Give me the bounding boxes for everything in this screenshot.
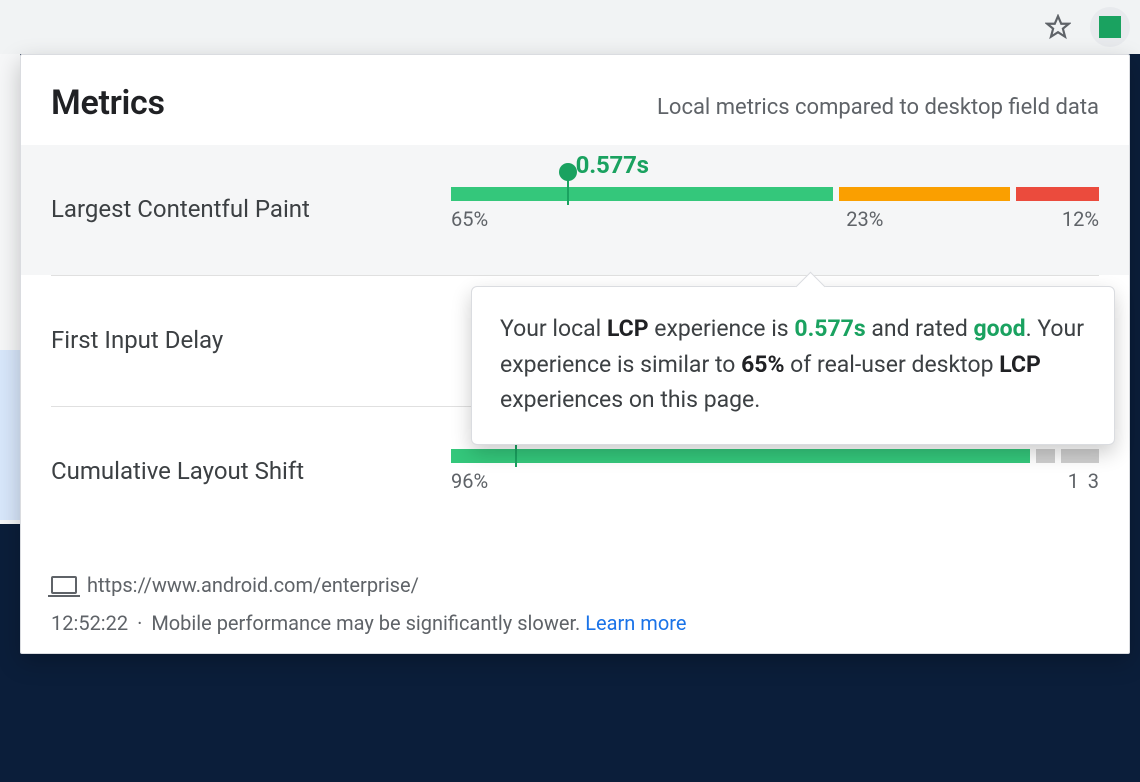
tooltip-text: of real-user desktop [784, 351, 999, 378]
metric-name: Largest Contentful Paint [51, 195, 431, 223]
segment-poor-label: 12% [1062, 207, 1099, 231]
metric-tooltip: Your local LCP experience is 0.577s and … [471, 286, 1115, 445]
segment-good-label: 65% [451, 207, 488, 231]
web-vitals-panel: Metrics Local metrics compared to deskto… [20, 54, 1130, 654]
browser-omnibox-bar [0, 0, 1140, 54]
segment-needs-improvement [1036, 449, 1055, 463]
local-value-marker-icon [567, 175, 569, 205]
segment-ni-label: 1 [1068, 469, 1079, 493]
page-url: https://www.android.com/enterprise/ [87, 573, 419, 597]
segment-poor [1016, 187, 1099, 201]
panel-header: Metrics Local metrics compared to deskto… [21, 55, 1129, 145]
laptop-icon [51, 576, 77, 594]
metric-name: Cumulative Layout Shift [51, 457, 431, 485]
segment-poor-label: 3 [1088, 469, 1099, 493]
segment-good [451, 449, 1030, 463]
profile-avatar-button[interactable] [1090, 7, 1130, 47]
metric-distribution-chart: 0.009 96% 1 3 [451, 441, 1099, 501]
avatar-icon [1099, 16, 1121, 38]
tooltip-percent: 65% [741, 351, 784, 378]
learn-more-link[interactable]: Learn more [585, 611, 686, 635]
separator: · [137, 611, 142, 635]
panel-subtitle: Local metrics compared to desktop field … [657, 95, 1099, 120]
tooltip-rating: good [974, 315, 1026, 342]
segment-good-label: 96% [451, 469, 488, 493]
tooltip-text: Your local [500, 315, 607, 342]
segment-poor [1061, 449, 1099, 463]
timestamp: 12:52:22 [51, 611, 128, 635]
metric-row-lcp[interactable]: Largest Contentful Paint 0.577s 65% 23% … [21, 145, 1129, 275]
footer-note: Mobile performance may be significantly … [151, 611, 580, 635]
bookmark-star-icon[interactable] [1040, 9, 1076, 45]
segment-ni-label: 23% [846, 207, 883, 231]
page-background [0, 350, 20, 520]
tooltip-text: and rated [866, 315, 974, 342]
tooltip-text: experiences on this page. [500, 386, 760, 413]
tooltip-text: experience is [649, 315, 795, 342]
tooltip-metric-abbrev: LCP [999, 351, 1041, 378]
metric-name: First Input Delay [51, 326, 431, 354]
panel-footer: https://www.android.com/enterprise/ 12:5… [21, 537, 1129, 635]
metric-distribution-chart: 0.577s 65% 23% 12% [451, 179, 1099, 239]
tooltip-metric-abbrev: LCP [607, 315, 649, 342]
panel-title: Metrics [51, 83, 165, 123]
metric-local-value: 0.577s [576, 151, 649, 179]
segment-good [451, 187, 833, 201]
segment-needs-improvement [839, 187, 1011, 201]
tooltip-value: 0.577s [794, 315, 865, 342]
